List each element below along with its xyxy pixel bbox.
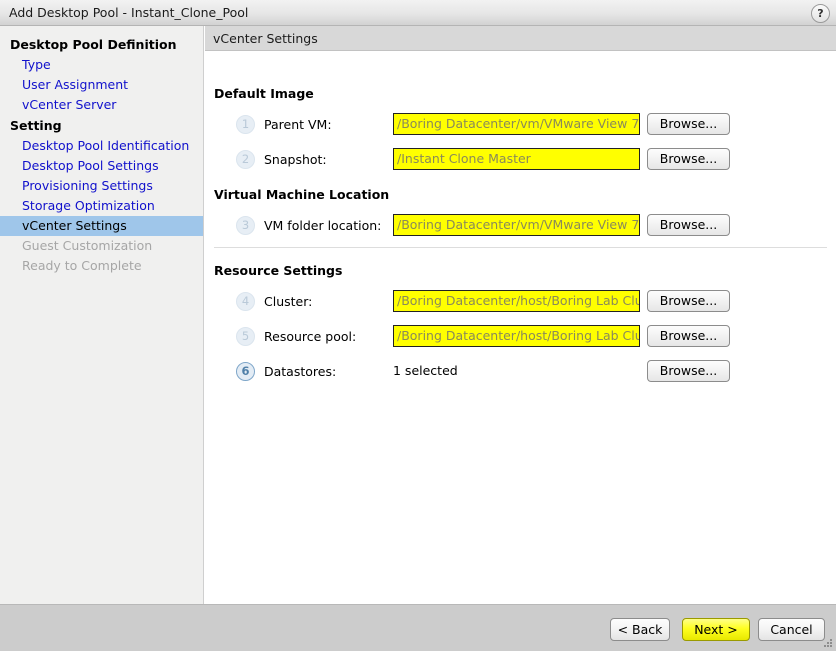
wizard-step-sidebar: Desktop Pool Definition Type User Assign… [0,26,204,604]
row-parent-vm: 1 Parent VM: [236,112,332,136]
browse-parent-vm-button[interactable]: Browse... [647,113,730,135]
sidebar-group-desktop-pool-definition: Desktop Pool Definition [10,37,177,52]
section-title-default-image: Default Image [214,86,314,101]
content-panel: vCenter Settings Default Image 1 Parent … [205,26,836,604]
row-datastores: 6 Datastores: [236,359,336,383]
label-cluster: Cluster: [264,293,313,309]
cancel-button[interactable]: Cancel [758,618,825,641]
next-button[interactable]: Next > [682,618,750,641]
cluster-input[interactable]: /Boring Datacenter/host/Boring Lab Clust… [393,290,640,312]
snapshot-input[interactable]: /Instant Clone Master [393,148,640,170]
label-snapshot: Snapshot: [264,151,327,167]
dialog-footer: < Back Next > Cancel [0,604,836,651]
row-vm-folder-location: 3 VM folder location: [236,213,381,237]
label-resource-pool: Resource pool: [264,328,357,344]
sidebar-item-user-assignment[interactable]: User Assignment [0,75,203,95]
vm-folder-location-input[interactable]: /Boring Datacenter/vm/VMware View 7 [393,214,640,236]
section-title-resource-settings: Resource Settings [214,263,343,278]
sidebar-item-type[interactable]: Type [0,55,203,75]
section-divider [214,247,827,248]
section-title-virtual-machine-location: Virtual Machine Location [214,187,390,202]
resource-pool-input[interactable]: /Boring Datacenter/host/Boring Lab Clust… [393,325,640,347]
row-resource-pool: 5 Resource pool: [236,324,356,348]
resize-grip-icon[interactable] [821,636,833,648]
content-header-title: vCenter Settings [205,26,836,51]
row-cluster: 4 Cluster: [236,289,312,313]
label-parent-vm: Parent VM: [264,116,332,132]
window-title-bar: Add Desktop Pool - Instant_Clone_Pool ? [0,0,836,26]
row-snapshot: 2 Snapshot: [236,147,327,171]
back-button[interactable]: < Back [610,618,670,641]
label-vm-folder-location: VM folder location: [264,217,382,233]
sidebar-item-vcenter-server[interactable]: vCenter Server [0,95,203,115]
sidebar-item-vcenter-settings[interactable]: vCenter Settings [0,216,203,236]
step-badge-1: 1 [236,114,255,134]
sidebar-item-ready-to-complete: Ready to Complete [22,258,142,273]
sidebar-group-setting: Setting [10,118,62,133]
browse-datastores-button[interactable]: Browse... [647,360,730,382]
step-badge-5: 5 [236,326,255,346]
sidebar-item-desktop-pool-identification[interactable]: Desktop Pool Identification [0,136,203,156]
label-datastores: Datastores: [264,363,337,379]
sidebar-item-provisioning-settings[interactable]: Provisioning Settings [0,176,203,196]
browse-resource-pool-button[interactable]: Browse... [647,325,730,347]
step-badge-2: 2 [236,149,255,169]
browse-vm-folder-location-button[interactable]: Browse... [647,214,730,236]
browse-snapshot-button[interactable]: Browse... [647,148,730,170]
help-icon[interactable]: ? [811,4,830,23]
step-badge-4: 4 [236,291,255,311]
datastores-selected-count: 1 selected [393,363,458,378]
step-badge-3: 3 [236,215,255,235]
step-badge-6: 6 [236,361,255,381]
window-title: Add Desktop Pool - Instant_Clone_Pool [9,5,249,20]
sidebar-item-storage-optimization[interactable]: Storage Optimization [0,196,203,216]
parent-vm-input[interactable]: /Boring Datacenter/vm/VMware View 7 [393,113,640,135]
sidebar-item-desktop-pool-settings[interactable]: Desktop Pool Settings [0,156,203,176]
browse-cluster-button[interactable]: Browse... [647,290,730,312]
sidebar-item-guest-customization: Guest Customization [22,238,153,253]
